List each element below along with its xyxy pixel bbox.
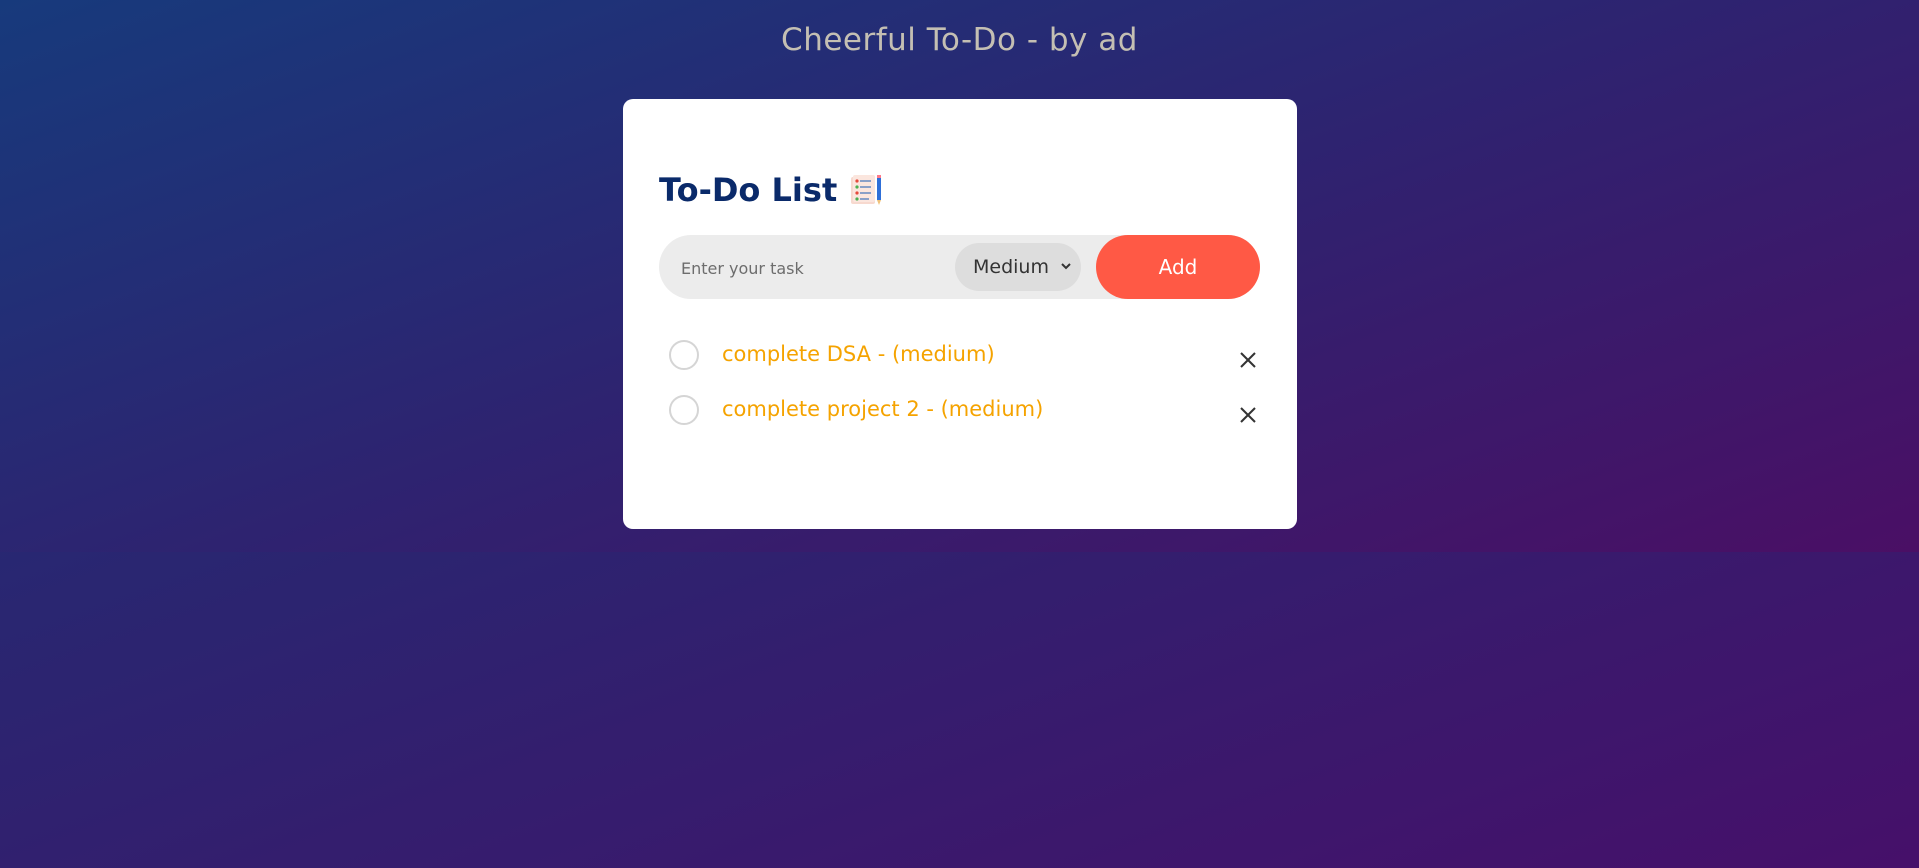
task-list: complete DSA - (medium) complete project… (669, 340, 1259, 450)
page-background: Cheerful To-Do - by ad To-Do List Enter … (0, 0, 1919, 868)
task-input[interactable] (679, 247, 953, 289)
todo-card: To-Do List Enter your task Medium Add co… (623, 99, 1297, 529)
hero-section: Cheerful To-Do - by ad To-Do List Enter … (0, 0, 1919, 552)
task-label[interactable]: complete project 2 - (medium) (722, 397, 1043, 421)
close-icon[interactable] (1237, 349, 1259, 371)
task-label[interactable]: complete DSA - (medium) (722, 342, 995, 366)
task-checkbox[interactable] (669, 395, 699, 425)
notepad-icon (849, 174, 883, 206)
close-icon[interactable] (1237, 404, 1259, 426)
task-checkbox[interactable] (669, 340, 699, 370)
chevron-down-icon (1061, 263, 1071, 270)
priority-selected-value: Medium (973, 256, 1049, 278)
card-heading: To-Do List (659, 171, 883, 209)
task-item: complete DSA - (medium) (669, 340, 1259, 395)
task-input-row: Medium Add (659, 235, 1260, 299)
card-heading-text: To-Do List (659, 171, 838, 209)
priority-select[interactable]: Medium (955, 243, 1081, 291)
task-item: complete project 2 - (medium) (669, 395, 1259, 450)
add-button[interactable]: Add (1096, 235, 1260, 299)
app-title: Cheerful To-Do - by ad (781, 22, 1138, 58)
